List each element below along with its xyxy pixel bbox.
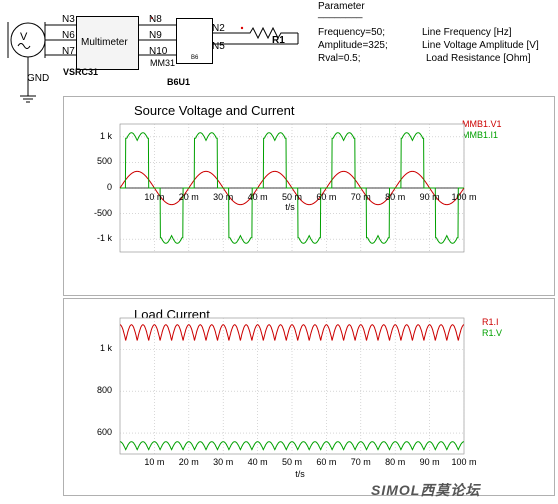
chart1-y-tick: -500: [93, 207, 112, 218]
watermark: SIMOL西莫论坛: [371, 482, 481, 498]
chart2-x-tick: 30 m: [213, 457, 234, 467]
chart2-y-tick: 800: [96, 385, 112, 396]
chart1-y-tick: 1 k: [99, 130, 112, 141]
chart1-y-tick: 0: [106, 182, 112, 192]
chart2-plot: [119, 317, 465, 455]
chart1-x-tick: 10 m: [144, 192, 165, 202]
chart2-x-tick: 60 m: [316, 457, 337, 467]
chart1-x-tick: 20 m: [178, 192, 199, 202]
chart2-x-tick: 20 m: [178, 457, 199, 467]
chart2-y-tick: 1 k: [99, 343, 112, 354]
chart2-xlabel: t/s: [295, 469, 305, 479]
chart1-x-tick: 100 m: [451, 192, 477, 202]
chart1-x-tick: 70 m: [350, 192, 371, 202]
chart2-x-tick: 90 m: [419, 457, 440, 467]
chart2-x-tick: 80 m: [385, 457, 406, 467]
chart2-x-tick: 10 m: [144, 457, 165, 467]
chart2-x-tick: 70 m: [350, 457, 371, 467]
chart2-x-tick: 50 m: [281, 457, 303, 467]
chart1-xlabel: t/s: [285, 202, 295, 212]
chart1-x-tick: 50 m: [281, 192, 303, 202]
chart2-x-tick: 100 m: [451, 457, 477, 467]
chart1-x-tick: 30 m: [213, 192, 234, 202]
chart1-y-tick: 500: [96, 156, 112, 167]
chart1-x-tick: 40 m: [247, 192, 268, 202]
chart2-y-tick: 600: [96, 427, 112, 438]
chart1-y-tick: -1 k: [96, 233, 112, 244]
chart1-x-tick: 60 m: [316, 192, 337, 202]
chart2-x-tick: 40 m: [247, 457, 268, 467]
chart1-x-tick: 80 m: [385, 192, 406, 202]
chart1-x-tick: 90 m: [419, 192, 440, 202]
